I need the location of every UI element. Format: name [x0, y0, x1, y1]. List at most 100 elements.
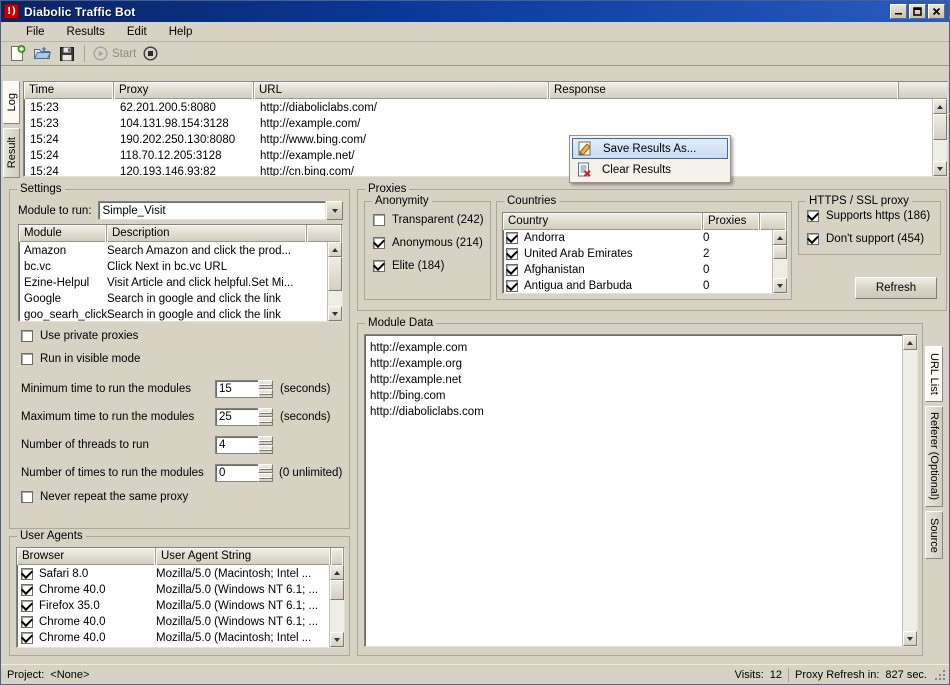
save-project-icon[interactable]: [56, 44, 78, 64]
run-count-value[interactable]: 0: [215, 464, 258, 482]
stepper-up-icon[interactable]: [258, 380, 273, 389]
table-row[interactable]: Antigua and Barbuda 0: [503, 278, 772, 293]
table-row[interactable]: Firefox 35.0 Mozilla/5.0 (Windows NT 6.1…: [17, 598, 329, 614]
minimum-time-field[interactable]: Minimum time to run the modules 15 (seco…: [21, 380, 341, 398]
table-row[interactable]: Chrome 40.0 Mozilla/5.0 (Windows NT 6.1;…: [17, 614, 329, 630]
scroll-up-icon[interactable]: [903, 335, 917, 350]
scrollbar-track[interactable]: [328, 257, 342, 306]
scroll-down-icon[interactable]: [328, 306, 342, 321]
stepper-down-icon[interactable]: [258, 417, 273, 426]
results-column-proxy[interactable]: Proxy: [114, 81, 254, 99]
scrollbar-track[interactable]: [903, 350, 917, 631]
anonymity-item-anonymous[interactable]: Anonymous (214): [373, 237, 483, 249]
user-agents-column-browser[interactable]: Browser: [17, 547, 156, 565]
countries-column-country[interactable]: Country: [503, 212, 703, 230]
results-column-url[interactable]: URL: [254, 81, 549, 99]
https-item-supports[interactable]: Supports https (186): [807, 210, 930, 222]
scrollbar-thumb[interactable]: [328, 257, 342, 291]
scrollbar-track[interactable]: [933, 114, 947, 161]
table-row[interactable]: 15:23 104.131.98.154:3128 http://example…: [24, 116, 932, 132]
stepper-down-icon[interactable]: [258, 389, 273, 398]
checkbox-box[interactable]: [21, 568, 33, 580]
scrollbar-track[interactable]: [773, 245, 787, 278]
scrollbar-thumb[interactable]: [933, 114, 947, 140]
module-to-run-select[interactable]: Simple_Visit: [97, 201, 343, 220]
maximum-time-value[interactable]: 25: [215, 408, 258, 426]
scroll-down-icon[interactable]: [330, 632, 344, 647]
scroll-down-icon[interactable]: [903, 631, 917, 646]
table-row[interactable]: Afghanistan 0: [503, 262, 772, 278]
scroll-up-icon[interactable]: [328, 242, 342, 257]
countries-table[interactable]: Country Proxies Andorra 0 United Arab Em…: [502, 212, 788, 294]
checkbox-box[interactable]: [21, 632, 33, 644]
scroll-down-icon[interactable]: [773, 278, 787, 293]
module-data-textarea[interactable]: http://example.com http://example.org ht…: [364, 334, 918, 647]
new-project-icon[interactable]: [6, 44, 28, 64]
stepper-up-icon[interactable]: [258, 408, 273, 417]
table-row[interactable]: 15:23 62.201.200.5:8080 http://diabolicl…: [24, 100, 932, 116]
results-scrollbar[interactable]: [932, 99, 947, 176]
anonymity-item-transparent[interactable]: Transparent (242): [373, 214, 484, 226]
side-tab-log[interactable]: Log: [3, 81, 20, 124]
user-agents-table[interactable]: Browser User Agent String Safari 8.0 Moz…: [16, 547, 345, 648]
checkbox-box[interactable]: [506, 232, 518, 244]
modules-column-description[interactable]: Description: [107, 224, 307, 242]
table-row[interactable]: Chrome 40.0 Mozilla/5.0 (Macintosh; Inte…: [17, 630, 329, 646]
context-menu-item-clear-results[interactable]: Clear Results: [572, 159, 728, 180]
checkbox-box[interactable]: [506, 248, 518, 260]
scrollbar-track[interactable]: [330, 580, 344, 632]
module-data-scrollbar[interactable]: [902, 335, 917, 646]
run-in-visible-mode-checkbox[interactable]: Run in visible mode: [21, 353, 140, 365]
stepper-up-icon[interactable]: [258, 436, 273, 445]
open-project-icon[interactable]: [31, 44, 53, 64]
checkbox-box[interactable]: [21, 600, 33, 612]
table-row[interactable]: United Arab Emirates 2: [503, 246, 772, 262]
maximize-icon[interactable]: [909, 4, 926, 19]
resize-grip-icon[interactable]: [933, 668, 947, 682]
stepper-down-icon[interactable]: [258, 445, 273, 454]
module-data-tab-source[interactable]: Source: [925, 511, 943, 559]
table-row[interactable]: 15:24 120.193.146.93:82 http://cn.bing.c…: [24, 164, 932, 176]
stepper-down-icon[interactable]: [258, 473, 273, 482]
start-button[interactable]: Start: [91, 46, 136, 61]
threads-field[interactable]: Number of threads to run 4: [21, 436, 341, 454]
scroll-up-icon[interactable]: [933, 99, 947, 114]
checkbox-box[interactable]: [807, 233, 819, 245]
user-agents-scrollbar[interactable]: [329, 565, 344, 647]
list-item[interactable]: Google Search in google and click the li…: [19, 291, 327, 307]
list-item[interactable]: bc.vc Click Next in bc.vc URL: [19, 259, 327, 275]
user-agents-column-ua[interactable]: User Agent String: [156, 547, 331, 565]
run-count-stepper[interactable]: 0: [215, 464, 273, 482]
list-item[interactable]: Amazon Search Amazon and click the prod.…: [19, 243, 327, 259]
anonymity-item-elite[interactable]: Elite (184): [373, 260, 444, 272]
minimum-time-stepper[interactable]: 15: [215, 380, 273, 398]
never-repeat-proxy-checkbox[interactable]: Never repeat the same proxy: [21, 491, 188, 503]
stop-icon[interactable]: [139, 44, 161, 64]
menu-item-results[interactable]: Results: [56, 24, 116, 40]
side-tab-result[interactable]: Result: [3, 128, 20, 178]
checkbox-box[interactable]: [506, 280, 518, 292]
module-to-run-value[interactable]: Simple_Visit: [97, 201, 326, 220]
checkbox-box[interactable]: [373, 237, 385, 249]
maximum-time-field[interactable]: Maximum time to run the modules 25 (seco…: [21, 408, 341, 426]
context-menu-item-save-results-as[interactable]: Save Results As...: [572, 138, 728, 159]
scroll-up-icon[interactable]: [773, 230, 787, 245]
stepper-up-icon[interactable]: [258, 464, 273, 473]
menu-item-edit[interactable]: Edit: [116, 24, 158, 40]
table-row[interactable]: Andorra 0: [503, 230, 772, 246]
checkbox-box[interactable]: [21, 353, 33, 365]
module-data-tab-url-list[interactable]: URL List: [925, 346, 943, 402]
modules-column-module[interactable]: Module: [19, 224, 107, 242]
minimize-icon[interactable]: [890, 4, 907, 19]
chevron-down-icon[interactable]: [326, 201, 343, 220]
checkbox-box[interactable]: [807, 210, 819, 222]
scroll-up-icon[interactable]: [330, 565, 344, 580]
scroll-down-icon[interactable]: [933, 161, 947, 176]
results-column-response[interactable]: Response: [549, 81, 899, 99]
threads-stepper[interactable]: 4: [215, 436, 273, 454]
checkbox-box[interactable]: [506, 264, 518, 276]
countries-column-proxies[interactable]: Proxies: [703, 212, 760, 230]
minimum-time-value[interactable]: 15: [215, 380, 258, 398]
run-count-field[interactable]: Number of times to run the modules 0 (0 …: [21, 464, 351, 482]
refresh-button[interactable]: Refresh: [855, 277, 937, 299]
